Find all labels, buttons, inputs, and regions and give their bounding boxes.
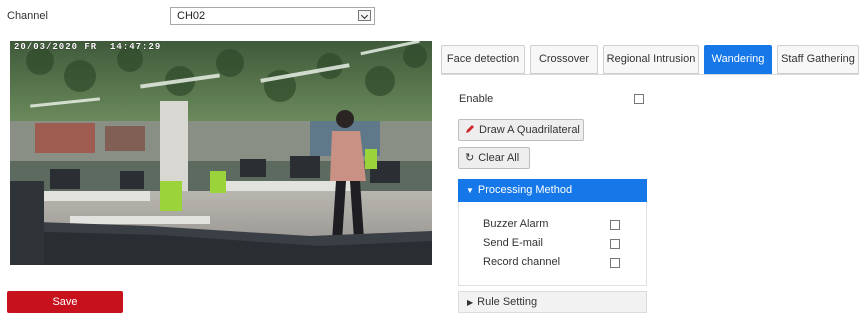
- rule-setting-label: Rule Setting: [477, 296, 538, 308]
- channel-select[interactable]: CH02: [170, 7, 375, 25]
- caret-down-icon: ▼: [466, 186, 474, 195]
- save-button[interactable]: Save: [7, 291, 123, 313]
- rule-setting-header[interactable]: ▶ Rule Setting: [458, 291, 647, 313]
- video-preview[interactable]: 20/03/2020 FR 14:47:29: [10, 41, 432, 265]
- record-channel-label: Record channel: [483, 256, 561, 268]
- tab-crossover[interactable]: Crossover: [530, 45, 598, 74]
- caret-right-icon: ▶: [467, 298, 474, 307]
- channel-label: Channel: [7, 10, 48, 22]
- chevron-down-icon[interactable]: [358, 10, 371, 21]
- video-osd-timestamp: 20/03/2020 FR 14:47:29: [14, 42, 162, 52]
- channel-selected-value: CH02: [177, 10, 206, 22]
- send-email-label: Send E-mail: [483, 237, 543, 249]
- draw-quadrilateral-label: Draw A Quadrilateral: [479, 124, 580, 136]
- buzzer-alarm-label: Buzzer Alarm: [483, 218, 549, 230]
- record-channel-checkbox[interactable]: [610, 258, 620, 268]
- processing-method-header[interactable]: ▼ Processing Method: [458, 179, 647, 202]
- camera-feed-image: [10, 41, 432, 265]
- refresh-icon: ↻: [465, 152, 475, 164]
- send-email-checkbox[interactable]: [610, 239, 620, 249]
- enable-label: Enable: [459, 93, 494, 105]
- processing-method-body: Buzzer Alarm Send E-mail Record channel: [458, 202, 647, 286]
- tab-regional-intrusion[interactable]: Regional Intrusion: [603, 45, 699, 74]
- processing-method-label: Processing Method: [477, 184, 573, 196]
- pencil-icon: [466, 125, 474, 133]
- tab-face-detection[interactable]: Face detection: [441, 45, 525, 74]
- tab-staff-gathering[interactable]: Staff Gathering: [777, 45, 859, 74]
- tab-divider: [441, 74, 859, 75]
- buzzer-alarm-checkbox[interactable]: [610, 220, 620, 230]
- clear-all-button[interactable]: ↻ Clear All: [458, 147, 530, 169]
- enable-checkbox[interactable]: [634, 94, 644, 104]
- clear-all-label: Clear All: [478, 152, 520, 164]
- draw-quadrilateral-button[interactable]: Draw A Quadrilateral: [458, 119, 584, 141]
- tab-wandering[interactable]: Wandering: [704, 45, 772, 74]
